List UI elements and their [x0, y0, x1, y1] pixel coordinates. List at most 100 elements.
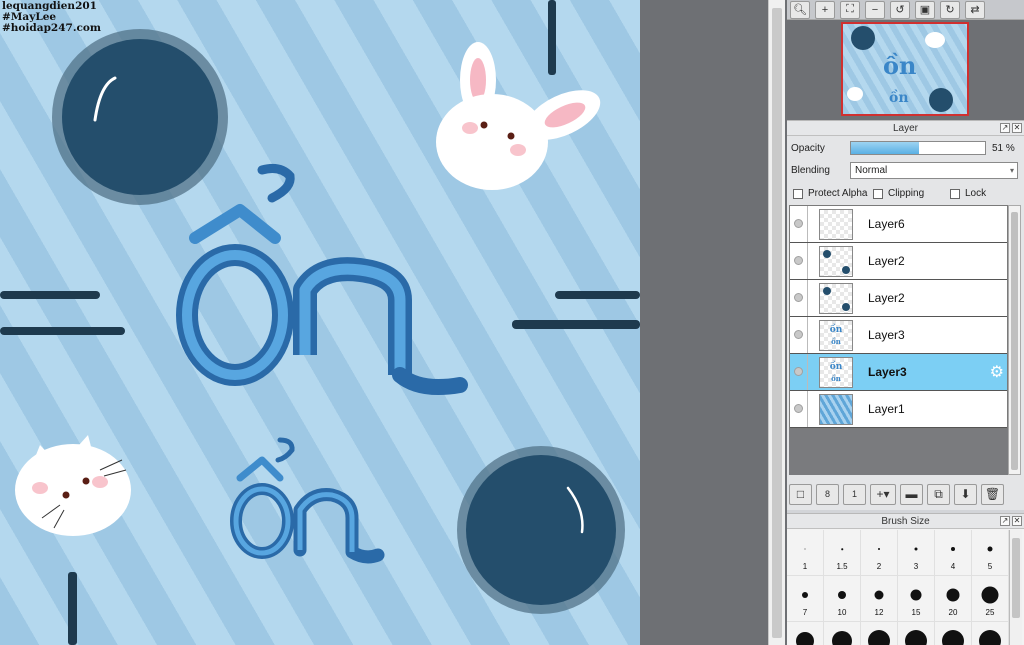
layer-row[interactable]: ồn ồn Layer3 [790, 317, 1007, 354]
visibility-toggle-icon[interactable] [794, 219, 803, 228]
orb [466, 455, 616, 605]
navigator-viewport[interactable]: ồn ồn [841, 22, 969, 116]
visibility-toggle-icon[interactable] [794, 330, 803, 339]
lettering-main [176, 164, 468, 395]
brush-size-label: 15 [911, 608, 921, 617]
brush-size-label: 2 [876, 562, 882, 571]
opacity-slider[interactable] [850, 141, 986, 155]
brush-size-cell[interactable]: 5 [972, 530, 1009, 576]
layer-name: Layer2 [868, 254, 905, 268]
scrollbar-thumb[interactable] [1012, 538, 1020, 618]
zoom-reset-icon[interactable]: 🔍︎ [790, 0, 810, 19]
new-layer-1bit-icon[interactable]: 1 [843, 483, 866, 505]
undock-icon[interactable]: ↗ [1000, 123, 1010, 133]
brush-size-label: 1 [802, 562, 808, 571]
brush-size-cell[interactable]: 2 [861, 530, 898, 576]
brush-size-dot [868, 630, 890, 645]
layer-name: Layer1 [868, 402, 905, 416]
deco-bar [0, 291, 100, 299]
brush-size-cell[interactable] [972, 622, 1009, 645]
brush-size-cell[interactable] [935, 622, 972, 645]
layer-row-selected[interactable]: ồn ồn Layer3 ⚙ [790, 354, 1007, 391]
brush-size-dot [946, 588, 960, 602]
new-layer-8bit-icon[interactable]: 8 [816, 483, 839, 505]
navigator-thumbnail: ồn ồn [847, 26, 953, 112]
brush-size-dot [802, 592, 808, 598]
layer-name: Layer3 [868, 365, 907, 379]
brush-size-cell[interactable]: 15 [898, 576, 935, 622]
navigator-preview[interactable]: ồn ồn [787, 20, 1024, 120]
close-icon[interactable]: ✕ [1012, 516, 1022, 526]
canvas-scrollbar[interactable] [768, 0, 785, 645]
brush-size-cell[interactable] [824, 622, 861, 645]
checkbox-box[interactable] [873, 188, 883, 199]
checkbox-box[interactable] [793, 188, 803, 199]
drawing-canvas[interactable]: lequangdien201 #MayLee #hoidap247.com [0, 0, 640, 645]
scrollbar-thumb[interactable] [772, 8, 782, 638]
visibility-toggle-icon[interactable] [794, 404, 803, 413]
visibility-toggle-icon[interactable] [794, 256, 803, 265]
brush-size-label: 5 [987, 562, 993, 571]
blending-select[interactable]: Normal ▾ [850, 162, 1018, 179]
brush-size-cell[interactable]: 1.5 [824, 530, 861, 576]
thumb-lettering-small: ồn [831, 374, 841, 383]
brush-size-dot [910, 589, 922, 601]
close-icon[interactable]: ✕ [1012, 123, 1022, 133]
canvas-artwork [0, 0, 640, 645]
zoom-out-icon[interactable]: − [865, 0, 885, 19]
scrollbar-thumb[interactable] [1011, 212, 1018, 470]
brush-size-cell[interactable]: 1 [787, 530, 824, 576]
fit-window-icon[interactable]: ▣ [915, 0, 935, 19]
brush-size-cell[interactable] [898, 622, 935, 645]
clipping-checkbox[interactable]: Clipping [873, 188, 924, 199]
add-layer-menu-icon[interactable]: +▾ [870, 483, 896, 505]
blending-label: Blending [791, 165, 830, 176]
brush-size-cell[interactable]: 25 [972, 576, 1009, 622]
layer-row[interactable]: Layer6 [790, 206, 1007, 243]
brush-size-cell[interactable] [787, 622, 824, 645]
duplicate-layer-icon[interactable]: ⧉ [927, 483, 950, 505]
protect-alpha-checkbox[interactable]: Protect Alpha [793, 188, 867, 199]
checkbox-box[interactable] [950, 188, 960, 199]
brush-size-cell[interactable]: 3 [898, 530, 935, 576]
brush-size-cell[interactable]: 20 [935, 576, 972, 622]
brush-size-dot [841, 548, 843, 550]
brush-size-cell[interactable]: 7 [787, 576, 824, 622]
zoom-in-icon[interactable]: + [815, 0, 835, 19]
lock-checkbox[interactable]: Lock [950, 188, 986, 199]
brush-size-cell[interactable]: 4 [935, 530, 972, 576]
opacity-fill [851, 142, 920, 154]
brush-size-cell[interactable]: 10 [824, 576, 861, 622]
brush-size-dot [942, 630, 964, 645]
new-layer-icon[interactable]: □ [789, 483, 812, 505]
brush-size-dot [905, 630, 927, 645]
rotate-right-icon[interactable]: ↻ [940, 0, 960, 19]
brush-size-dot [878, 548, 880, 550]
rotate-left-icon[interactable]: ↺ [890, 0, 910, 19]
undock-icon[interactable]: ↗ [1000, 516, 1010, 526]
visibility-toggle-icon[interactable] [794, 293, 803, 302]
deco-bar [0, 327, 125, 335]
brush-size-dot [838, 591, 846, 599]
brush-scrollbar[interactable] [1009, 530, 1022, 645]
merge-down-icon[interactable]: ⬇︎ [954, 483, 977, 505]
layer-row[interactable]: Layer1 [790, 391, 1007, 428]
fit-view-icon[interactable]: ⛶ [840, 0, 860, 19]
opacity-label: Opacity [791, 143, 825, 154]
layer-row[interactable]: Layer2 [790, 243, 1007, 280]
new-folder-icon[interactable]: ▬ [900, 483, 923, 505]
layer-row[interactable]: Layer2 [790, 280, 1007, 317]
delete-layer-icon[interactable]: 🗑︎ [981, 483, 1004, 505]
layer-name: Layer2 [868, 291, 905, 305]
layer-list-scrollbar[interactable] [1008, 205, 1021, 475]
brush-size-cell[interactable]: 12 [861, 576, 898, 622]
deco-bar [68, 572, 77, 645]
brush-size-cell[interactable] [861, 622, 898, 645]
layer-thumbnail [819, 246, 853, 277]
flip-icon[interactable]: ⇄ [965, 0, 985, 19]
chevron-down-icon: ▾ [1009, 166, 1014, 175]
visibility-toggle-icon[interactable] [794, 367, 803, 376]
brush-size-label: 7 [802, 608, 808, 617]
gear-icon[interactable]: ⚙ [990, 362, 1004, 382]
layer-thumbnail: ồn ồn [819, 357, 853, 388]
